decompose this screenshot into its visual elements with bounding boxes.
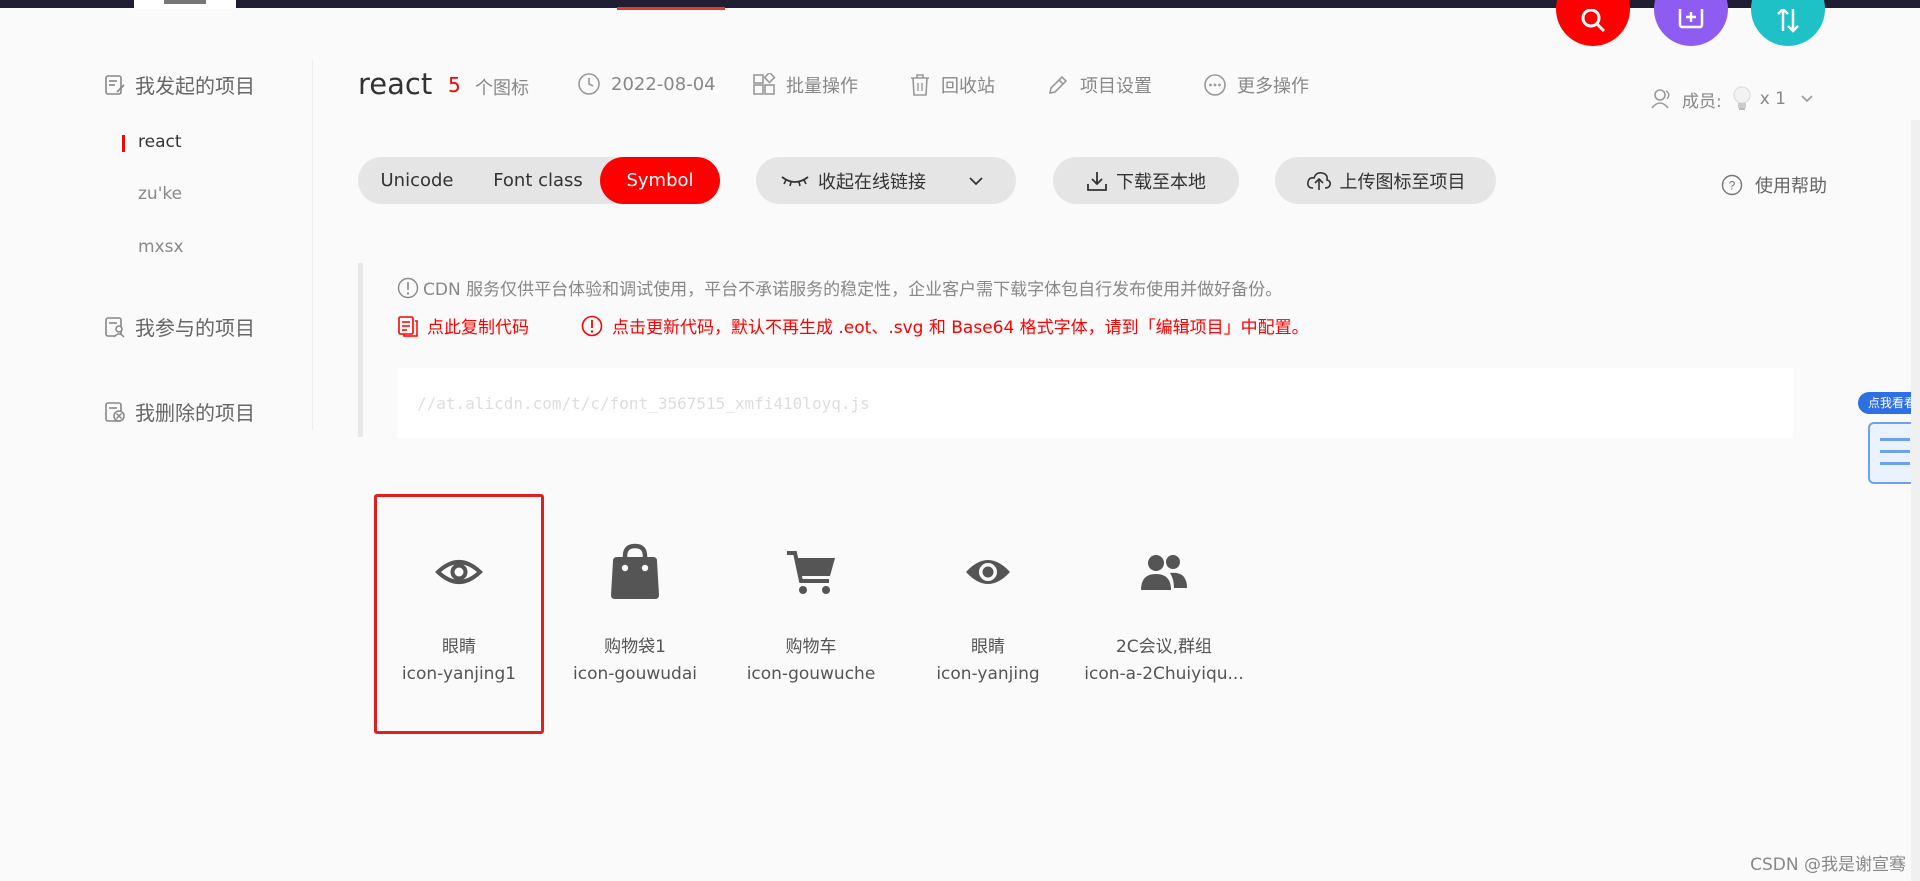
icon-card[interactable]: 2C会议,群组 icon-a-2Chuiyiqu... — [1079, 494, 1249, 734]
icon-name: 2C会议,群组 — [1115, 637, 1213, 657]
add-fab[interactable] — [1654, 0, 1728, 46]
top-tab[interactable] — [134, 0, 236, 9]
members-label: 成员: — [1681, 91, 1722, 112]
shopping-cart-icon — [787, 551, 835, 594]
sidebar-my-projects[interactable]: 我发起的项目 — [104, 70, 255, 99]
edit-pencil-icon — [1048, 75, 1068, 95]
member-avatar-icon — [1733, 86, 1751, 110]
update-code-link[interactable]: 点击更新代码，默认不再生成 .eot、.svg 和 Base64 格式字体，请到… — [581, 313, 1309, 338]
project-settings-button[interactable]: 项目设置 — [1046, 72, 1152, 98]
icon-name: 眼睛 — [442, 637, 476, 657]
clock-icon — [578, 73, 600, 95]
chevron-down-icon — [1801, 95, 1813, 103]
help-label: 使用帮助 — [1755, 176, 1827, 197]
recycle-bin-button[interactable]: 回收站 — [909, 72, 995, 98]
upload-icon-button[interactable]: 上传图标至项目 — [1275, 157, 1496, 204]
sidebar-joined-projects[interactable]: 我参与的项目 — [104, 312, 255, 341]
active-tab-indicator — [617, 7, 725, 10]
copy-document-icon — [398, 315, 418, 337]
copy-code-link[interactable]: 点此复制代码 — [397, 313, 529, 338]
cloud-upload-icon — [1306, 171, 1331, 190]
cdn-notice: CDN 服务仅供平台体验和调试使用，平台不承诺服务的稳定性，企业客户需下载字体包… — [397, 275, 1282, 300]
sort-fab[interactable] — [1751, 0, 1825, 46]
project-settings-label: 项目设置 — [1080, 76, 1152, 97]
members-dropdown[interactable]: 成员: x 1 — [1650, 86, 1822, 112]
icon-card[interactable]: 眼睛 icon-yanjing — [903, 494, 1073, 734]
deleted-project-icon — [105, 401, 125, 422]
copy-code-label: 点此复制代码 — [427, 318, 529, 338]
batch-operation-label: 批量操作 — [786, 76, 858, 97]
icon-count: 5 — [448, 73, 461, 97]
closed-eye-icon — [781, 175, 809, 186]
eye-outline-icon — [435, 560, 483, 584]
help-link[interactable]: ? 使用帮助 — [1721, 172, 1827, 198]
more-operations-button[interactable]: 更多操作 — [1203, 72, 1309, 98]
shopping-bag-icon — [611, 543, 659, 599]
sidebar-item-react[interactable]: react — [122, 132, 182, 152]
sidebar-item-mxsx[interactable]: mxsx — [138, 237, 184, 257]
scrollbar[interactable] — [1911, 120, 1920, 881]
more-operations-label: 更多操作 — [1237, 76, 1309, 97]
icon-name: 购物袋1 — [604, 637, 666, 657]
cdn-url-field[interactable]: //at.alicdn.com/t/c/font_3567515_xmfi410… — [397, 368, 1793, 438]
search-fab[interactable] — [1556, 0, 1630, 46]
trash-icon — [911, 74, 929, 96]
download-icon — [1087, 171, 1107, 191]
watermark: CSDN @我是谢宣骞 — [1750, 855, 1906, 875]
eye-filled-icon — [966, 560, 1010, 584]
tab-symbol[interactable]: Symbol — [600, 157, 720, 204]
collapse-online-link-button[interactable]: 收起在线链接 — [756, 157, 1016, 204]
svg-text:?: ? — [1729, 179, 1736, 193]
sidebar-joined-label: 我参与的项目 — [135, 316, 255, 340]
icon-card[interactable]: 购物车 icon-gouwuche — [726, 494, 896, 734]
batch-grid-icon — [753, 73, 776, 95]
code-format-switcher: Unicode Font class Symbol — [358, 157, 720, 204]
collapse-online-link-label: 收起在线链接 — [818, 171, 926, 193]
tab-font-class[interactable]: Font class — [476, 157, 600, 204]
icon-name: 购物车 — [785, 637, 837, 657]
project-date: 2022-08-04 — [577, 72, 716, 96]
icon-count-label: 个图标 — [475, 78, 529, 99]
group-icon — [1141, 555, 1187, 590]
more-dots-icon — [1204, 74, 1226, 96]
members-icon — [1651, 89, 1670, 109]
joined-project-icon — [105, 316, 125, 338]
tab-unicode[interactable]: Unicode — [358, 157, 476, 204]
cdn-link-panel: CDN 服务仅供平台体验和调试使用，平台不承诺服务的稳定性，企业客户需下载字体包… — [358, 263, 1803, 438]
help-circle-icon: ? — [1721, 174, 1743, 196]
swap-vertical-icon — [1777, 9, 1799, 33]
upload-icon-label: 上传图标至项目 — [1339, 171, 1466, 193]
icon-name: 眼睛 — [971, 637, 1005, 657]
icon-code: icon-a-2Chuiyiqu... — [1084, 664, 1244, 684]
icon-card[interactable]: 眼睛 icon-yanjing1 — [374, 494, 544, 734]
cdn-notice-text: CDN 服务仅供平台体验和调试使用，平台不承诺服务的稳定性，企业客户需下载字体包… — [423, 280, 1283, 300]
sidebar-item-zuke[interactable]: zu'ke — [138, 184, 182, 204]
download-local-label: 下载至本地 — [1116, 171, 1206, 193]
search-icon — [1581, 9, 1606, 33]
project-list-icon — [105, 74, 125, 95]
warning-circle-icon — [581, 315, 603, 336]
chevron-down-icon — [969, 176, 983, 185]
icon-card[interactable]: 购物袋1 icon-gouwudai — [550, 494, 720, 734]
sidebar-deleted-label: 我删除的项目 — [135, 401, 255, 425]
recycle-bin-label: 回收站 — [941, 76, 995, 97]
download-local-button[interactable]: 下载至本地 — [1053, 157, 1239, 204]
top-bar — [0, 0, 1920, 10]
update-code-label: 点击更新代码，默认不再生成 .eot、.svg 和 Base64 格式字体，请到… — [612, 318, 1309, 338]
sidebar-deleted-projects[interactable]: 我删除的项目 — [104, 397, 255, 426]
project-sidebar: 我发起的项目 react zu'ke mxsx 我参与的项目 我删除的项目 — [0, 60, 313, 430]
info-circle-icon — [397, 277, 419, 298]
project-title: react — [358, 67, 433, 101]
sidebar-my-projects-label: 我发起的项目 — [135, 74, 255, 98]
members-count: x 1 — [1759, 89, 1786, 109]
batch-operation-button[interactable]: 批量操作 — [752, 72, 858, 98]
add-box-icon — [1678, 9, 1704, 29]
project-date-text: 2022-08-04 — [611, 73, 716, 95]
